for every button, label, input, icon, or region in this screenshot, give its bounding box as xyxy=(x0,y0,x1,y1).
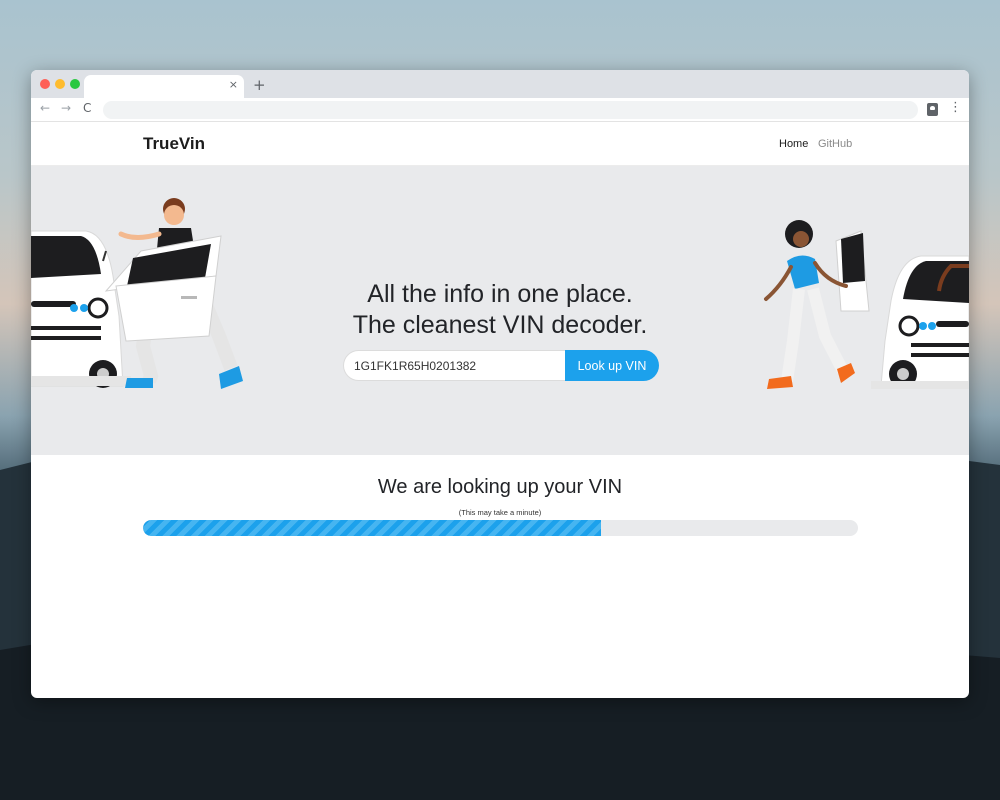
clipboard-extension-icon[interactable] xyxy=(927,103,938,116)
browser-menu-icon[interactable]: ⋮ xyxy=(949,100,962,115)
browser-toolbar: ← → C ⋮ xyxy=(31,98,969,122)
back-icon[interactable]: ← xyxy=(40,101,50,115)
status-subtitle: (This may take a minute) xyxy=(458,508,542,517)
brand-logo[interactable]: TrueVin xyxy=(143,134,205,154)
address-bar[interactable] xyxy=(103,101,918,119)
progress-bar-fill xyxy=(143,520,601,536)
browser-window: × + ← → C ⋮ TrueVin Home GitHub All the … xyxy=(31,70,969,698)
reload-icon[interactable]: C xyxy=(83,101,91,115)
hero-section: All the info in one place. The cleanest … xyxy=(31,166,969,455)
browser-tab-bar: × + xyxy=(31,70,969,98)
forward-icon[interactable]: → xyxy=(61,101,71,115)
woman-with-car-illustration xyxy=(764,220,969,389)
progress-bar xyxy=(143,520,858,536)
site-header: TrueVin Home GitHub xyxy=(31,122,969,166)
browser-tab[interactable]: × xyxy=(84,75,244,98)
vin-input[interactable] xyxy=(343,350,566,381)
nav-link-github[interactable]: GitHub xyxy=(818,138,852,150)
status-title: We are looking up your VIN xyxy=(377,476,623,498)
minimize-window-button[interactable] xyxy=(55,79,65,89)
nav-link-home[interactable]: Home xyxy=(779,138,808,150)
lookup-vin-button[interactable]: Look up VIN xyxy=(565,350,659,381)
close-window-button[interactable] xyxy=(40,79,50,89)
maximize-window-button[interactable] xyxy=(70,79,80,89)
tab-close-icon[interactable]: × xyxy=(229,78,238,91)
new-tab-icon[interactable]: + xyxy=(253,76,266,94)
